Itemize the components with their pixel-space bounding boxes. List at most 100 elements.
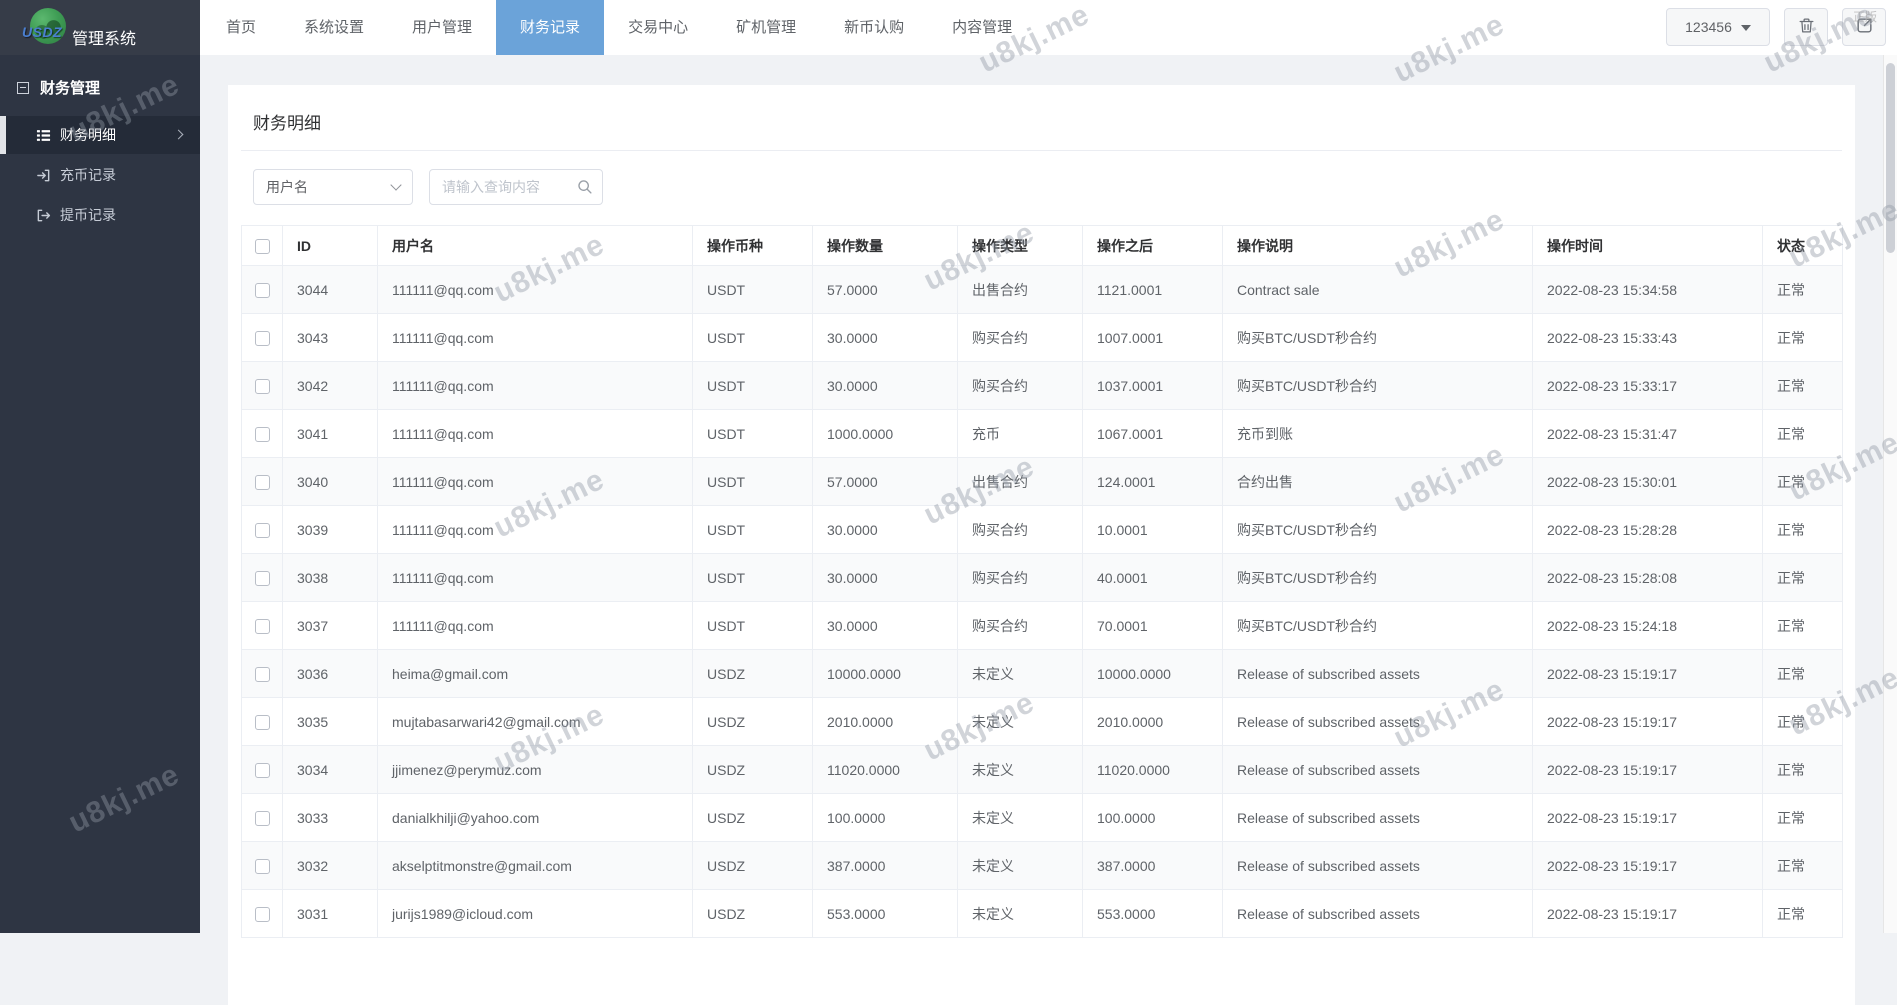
collapse-icon [17, 81, 29, 94]
cell: 3035 [282, 697, 378, 746]
cell: USDT [692, 601, 813, 650]
row-checkbox[interactable] [254, 618, 270, 634]
user-dropdown-button[interactable]: 123456 [1666, 8, 1770, 46]
row-checkbox[interactable] [254, 522, 270, 538]
cell: 购买合约 [957, 601, 1083, 650]
table-row: 3032 akselptitmonstre@gmail.com USDZ 387.00… [241, 841, 1843, 890]
column-header: 操作币种 [692, 225, 813, 266]
table-row: 3031 jurijs1989@icloud.com USDZ 553.0000 未定义… [241, 889, 1843, 938]
divider [241, 150, 1842, 151]
cell: 3034 [282, 745, 378, 794]
sidebar-item-label: 提币记录 [60, 207, 116, 223]
sidebar-item-3[interactable]: 提币记录 [0, 196, 200, 234]
cell: 2022-08-23 15:19:17 [1532, 889, 1763, 938]
cell: 2022-08-23 15:34:58 [1532, 265, 1763, 314]
cell: USDZ [692, 841, 813, 890]
cell: 合约出售 [1222, 457, 1533, 506]
cell: 2022-08-23 15:19:17 [1532, 697, 1763, 746]
row-checkbox[interactable] [254, 474, 270, 490]
table-row: 3041 111111@qq.com USDT 1000.0000 充币 1067.000… [241, 409, 1843, 458]
table-row: 3040 111111@qq.com USDT 57.0000 出售合约 124.0001… [241, 457, 1843, 506]
cell: USDZ [692, 697, 813, 746]
row-checkbox[interactable] [254, 666, 270, 682]
cell: 购买合约 [957, 313, 1083, 362]
sidebar-group-label: 财务管理 [40, 80, 101, 97]
row-checkbox[interactable] [254, 810, 270, 826]
topnav-item[interactable]: 首页 [202, 0, 280, 55]
row-select-cell [241, 793, 283, 842]
cell: Release of subscribed assets [1222, 793, 1533, 842]
cell: 2022-08-23 15:19:17 [1532, 841, 1763, 890]
column-header: 用户名 [377, 225, 693, 266]
table-row: 3043 111111@qq.com USDT 30.0000 购买合约 1007.000… [241, 313, 1843, 362]
cell: 57.0000 [812, 265, 958, 314]
cell: 购买BTC/USDT秒合约 [1222, 505, 1533, 554]
row-checkbox[interactable] [254, 330, 270, 346]
row-checkbox[interactable] [254, 570, 270, 586]
sidebar-item-1[interactable]: 财务明细 [0, 116, 200, 154]
sidebar-group-title[interactable]: 财务管理 [0, 55, 200, 116]
filter-field-select[interactable]: 用户名 [253, 169, 413, 205]
cell: 正常 [1762, 697, 1843, 746]
cell: 1067.0001 [1082, 409, 1223, 458]
topnav-item[interactable]: 用户管理 [388, 0, 496, 55]
cell: USDT [692, 313, 813, 362]
cell: USDT [692, 553, 813, 602]
cell: 正常 [1762, 649, 1843, 698]
row-select-cell [241, 409, 283, 458]
cell: 30.0000 [812, 505, 958, 554]
row-checkbox[interactable] [254, 762, 270, 778]
row-checkbox[interactable] [254, 282, 270, 298]
topnav-item[interactable]: 矿机管理 [712, 0, 820, 55]
row-checkbox[interactable] [254, 858, 270, 874]
sidebar-item-2[interactable]: 充币记录 [0, 156, 200, 194]
cell: 1037.0001 [1082, 361, 1223, 410]
cell: USDT [692, 505, 813, 554]
scrollbar-thumb[interactable] [1886, 63, 1895, 253]
cell: 购买合约 [957, 553, 1083, 602]
topnav-item[interactable]: 交易中心 [604, 0, 712, 55]
cell: 正常 [1762, 745, 1843, 794]
cell: 387.0000 [1082, 841, 1223, 890]
column-header: 状态 [1762, 225, 1843, 266]
column-header: ID [282, 225, 378, 266]
topnav-items: 首页 系统设置 用户管理 财务记录 交易中心 矿机管理 新币认购 内容管理 [202, 0, 1036, 55]
row-select-cell [241, 361, 283, 410]
trash-button[interactable] [1784, 8, 1828, 46]
cell: 未定义 [957, 649, 1083, 698]
cell: 未定义 [957, 697, 1083, 746]
topnav-item[interactable]: 内容管理 [928, 0, 1036, 55]
cell: USDT [692, 409, 813, 458]
cell: 3037 [282, 601, 378, 650]
cell: 124.0001 [1082, 457, 1223, 506]
cell: 100.0000 [1082, 793, 1223, 842]
topnav-item[interactable]: 新币认购 [820, 0, 928, 55]
cell: 2010.0000 [1082, 697, 1223, 746]
cell: USDZ [692, 793, 813, 842]
finance-table: ID 用户名 操作币种 操作数量 操作类型 操作之后 操作说明 操作时间 状态 3044 1111… [241, 225, 1843, 938]
cell: Release of subscribed assets [1222, 697, 1533, 746]
row-checkbox[interactable] [254, 378, 270, 394]
cell: 正常 [1762, 313, 1843, 362]
cell: 2010.0000 [812, 697, 958, 746]
topnav-item[interactable]: 系统设置 [280, 0, 388, 55]
row-checkbox[interactable] [254, 426, 270, 442]
search-input[interactable] [429, 169, 603, 205]
scrollbar[interactable] [1883, 55, 1897, 933]
cell: 111111@qq.com [377, 553, 693, 602]
row-checkbox[interactable] [254, 906, 270, 922]
topnav-item[interactable]: 财务记录 [496, 0, 605, 55]
cell: 30.0000 [812, 601, 958, 650]
cell: 1121.0001 [1082, 265, 1223, 314]
cell: 未定义 [957, 793, 1083, 842]
cell: 3036 [282, 649, 378, 698]
cell: 11020.0000 [1082, 745, 1223, 794]
row-select-cell [241, 553, 283, 602]
row-select-cell [241, 313, 283, 362]
row-select-cell [241, 745, 283, 794]
cell: 387.0000 [812, 841, 958, 890]
select-all-checkbox[interactable] [254, 238, 270, 254]
filter-row: 用户名 [253, 169, 1830, 205]
table-row: 3037 111111@qq.com USDT 30.0000 购买合约 70.0001 购… [241, 601, 1843, 650]
row-checkbox[interactable] [254, 714, 270, 730]
